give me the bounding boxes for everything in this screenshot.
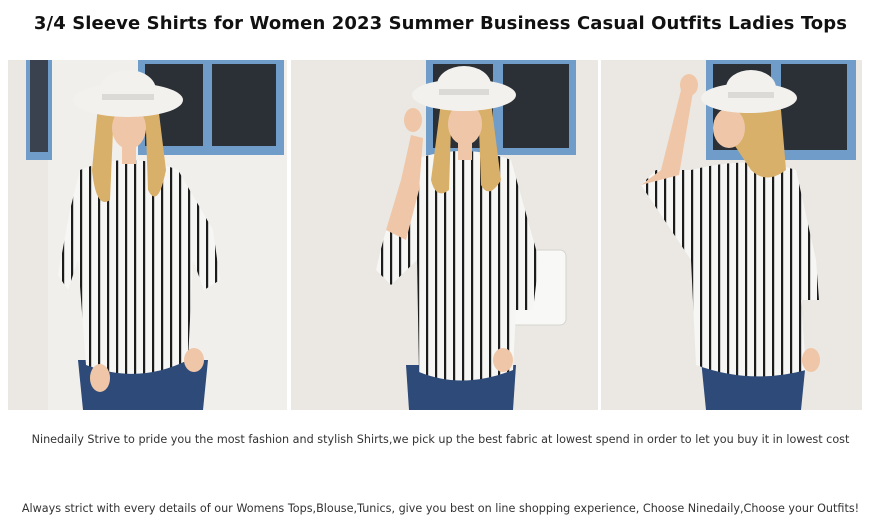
- model-front-hand-on-hat-image: [291, 60, 598, 410]
- product-photo-hand-on-hat: [291, 60, 598, 410]
- model-back-view-image: [601, 60, 862, 410]
- description-line-2: Always strict with every details of our …: [21, 502, 860, 515]
- page-title: 3/4 Sleeve Shirts for Women 2023 Summer …: [33, 13, 848, 34]
- photo-gallery: [8, 60, 862, 410]
- product-photo-front: [8, 60, 287, 410]
- product-photo-back: [601, 60, 862, 410]
- product-description-page: 3/4 Sleeve Shirts for Women 2023 Summer …: [0, 0, 881, 529]
- description-line-1: Ninedaily Strive to pride you the most f…: [31, 433, 850, 446]
- model-front-view-image: [8, 60, 287, 410]
